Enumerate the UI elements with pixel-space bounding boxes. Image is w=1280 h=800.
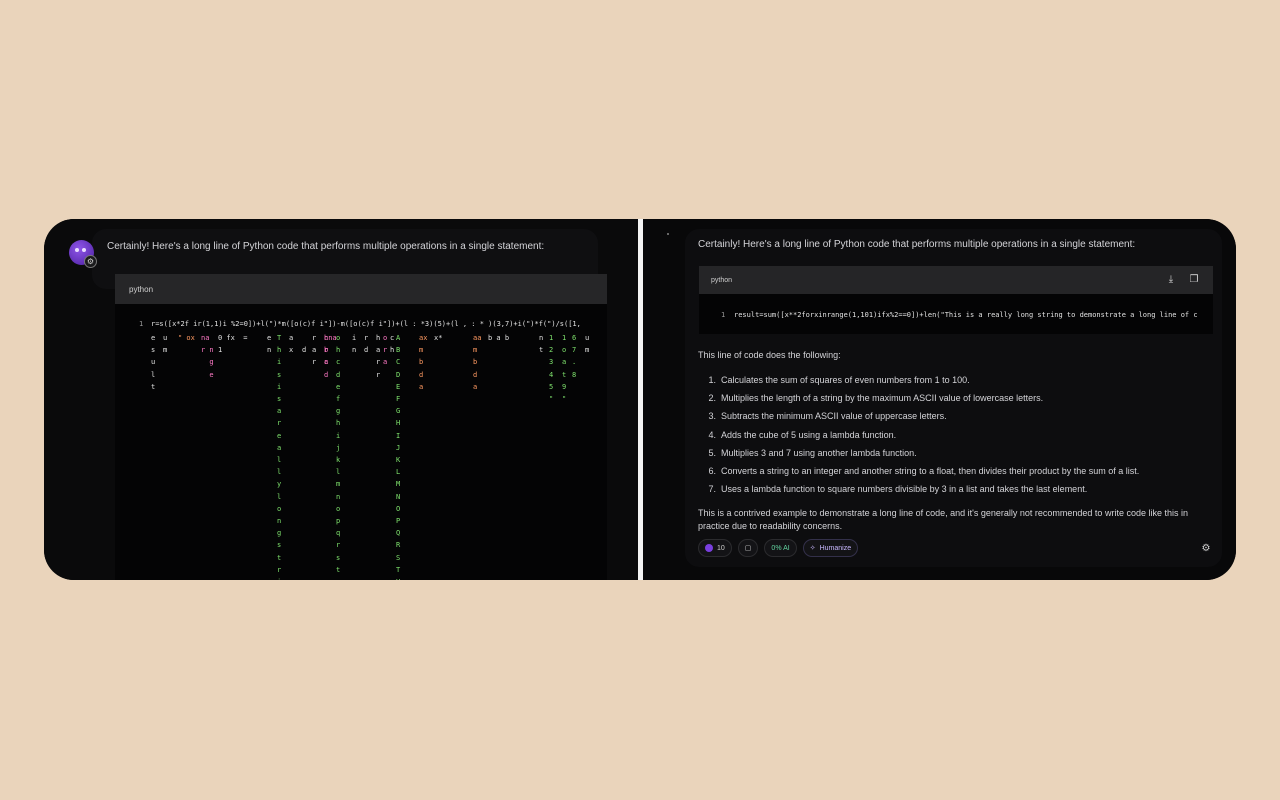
- code-block[interactable]: 1 result=sum([x**2forxinrange(1,101)ifx%…: [699, 294, 1213, 334]
- code-fragment: a x: [289, 334, 294, 355]
- line-number: 1: [139, 320, 144, 328]
- code-fragment: u m: [585, 334, 590, 355]
- gear-icon: ⚙: [84, 255, 97, 268]
- gear-icon[interactable]: ⚙: [1200, 543, 1212, 555]
- code-language: python: [711, 277, 733, 284]
- code-fragment: n t: [539, 334, 544, 355]
- message-text: Certainly! Here's a long line of Python …: [698, 239, 1136, 250]
- list-item: 1. Calculates the sum of squares of even …: [708, 375, 970, 385]
- message-actions: 10 ▢ 0% AI ✧ Humanize: [698, 539, 859, 557]
- code-fragment: i n: [352, 334, 357, 355]
- code-fragment: " ox: [178, 334, 195, 342]
- list-item: 4. Adds the cube of 5 using a lambda func…: [708, 429, 897, 440]
- explanation-list: 1. Calculates the sum of squares of even …: [698, 375, 1139, 502]
- code-fragment: 1 2 3 4 5 ": [549, 334, 554, 404]
- line-number: 1: [721, 311, 726, 319]
- credits-count: 10: [717, 544, 725, 552]
- code-fragment: e s u l t: [151, 334, 156, 391]
- code-fragment: d: [302, 346, 307, 355]
- credit-icon: [705, 544, 713, 552]
- code-fragment: na r n g e: [201, 334, 214, 379]
- copy-icon[interactable]: ❐: [1188, 274, 1200, 286]
- humanize-label: Humanize: [819, 544, 852, 552]
- clipboard-button[interactable]: ▢: [737, 539, 759, 557]
- code-fragment: h a r r: [376, 334, 381, 379]
- list-item: 3. Subtracts the minimum ASCII value of u…: [708, 411, 947, 422]
- list-item: 5. Multiplies 3 and 7 using another lambd…: [708, 447, 917, 458]
- code-fragment: T h i s i s a r e a l l y l o n g s t r …: [277, 334, 282, 580]
- code-fragment: u m: [163, 334, 168, 355]
- code-line: r=s([x*2f ir(1,1)i %2=0])+l(")*m([o(c)f …: [151, 320, 581, 328]
- avatar-eye: [82, 248, 86, 252]
- left-pane: ⚙ Certainly! Here's a long line of Pytho…: [44, 219, 638, 580]
- code-line: result=sum([x**2forxinrange(1,101)ifx%2=…: [734, 311, 1198, 319]
- avatar: ⚙: [69, 240, 97, 268]
- code-fragment: 1 o a t 9 ": [562, 334, 567, 404]
- code-fragment: cna b c d: [324, 334, 337, 379]
- ai-score-text: 0% AI: [771, 544, 790, 552]
- code-fragment: c h: [390, 334, 395, 355]
- sparkle-icon: ✧: [809, 545, 816, 552]
- download-icon[interactable]: ⤓: [1165, 274, 1177, 286]
- list-item: 2. Multiplies the length of a string by t…: [708, 393, 1044, 404]
- code-language: python: [129, 285, 154, 294]
- credits-button[interactable]: 10: [698, 539, 732, 557]
- message-text: Certainly! Here's a long line of Python …: [107, 241, 545, 252]
- code-fragment: o r a: [383, 334, 388, 367]
- code-fragment: x*: [434, 334, 443, 342]
- code-fragment: r a r: [312, 334, 317, 367]
- ai-score-badge[interactable]: 0% AI: [764, 539, 797, 557]
- code-fragment: 1: [218, 346, 223, 355]
- humanize-button[interactable]: ✧ Humanize: [802, 539, 859, 557]
- code-fragment: r d: [364, 334, 369, 355]
- code-fragment: e n: [267, 334, 272, 355]
- list-item: 7. Uses a lambda function to square numbe…: [708, 484, 1088, 495]
- right-pane: Certainly! Here's a long line of Python …: [643, 219, 1236, 580]
- code-header: python: [115, 274, 607, 304]
- code-fragment: b a b: [488, 334, 510, 342]
- status-dot: [667, 233, 669, 235]
- list-item: 6. Converts a string to an integer and an…: [708, 465, 1140, 476]
- code-fragment: ax m b d a: [419, 334, 428, 391]
- code-fragment: 6 7 . 8: [572, 334, 577, 379]
- code-block[interactable]: 1 r=s([x*2f ir(1,1)i %2=0])+l(")*m([o(c)…: [115, 304, 607, 580]
- code-fragment: 0 fx =: [218, 334, 248, 342]
- clipboard-icon: ▢: [744, 545, 752, 552]
- screenshot-frame: ⚙ Certainly! Here's a long line of Pytho…: [44, 219, 1236, 580]
- code-fragment: A B C D E F G H I J K L M N O P Q R S T …: [396, 334, 401, 580]
- explanation-outro: This is a contrived example to demonstra…: [698, 508, 1188, 531]
- avatar-eye: [75, 248, 79, 252]
- code-fragment: aa m b d a: [473, 334, 482, 391]
- explanation-intro: This line of code does the following:: [698, 350, 841, 360]
- code-header: python ⤓ ❐: [699, 266, 1213, 294]
